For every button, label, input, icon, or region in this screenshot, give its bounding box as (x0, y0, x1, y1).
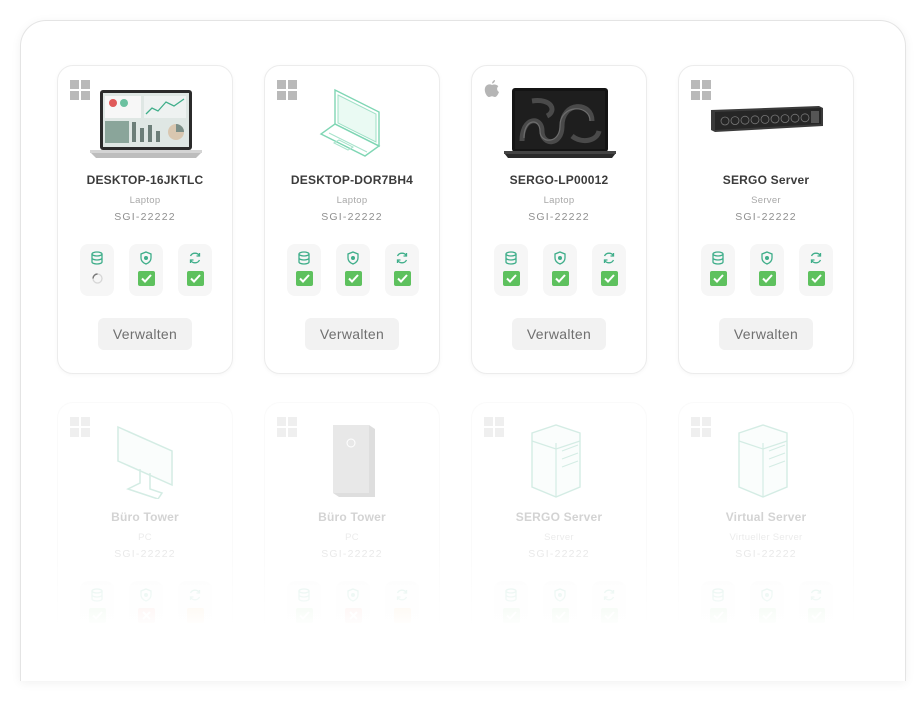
security-status[interactable] (543, 244, 577, 296)
ok-check-icon (137, 271, 155, 286)
security-status[interactable] (336, 244, 370, 296)
device-type: Server (751, 195, 781, 206)
database-icon (712, 251, 724, 265)
status-row (494, 244, 626, 296)
monitor-outline-icon (117, 425, 173, 499)
manage-button[interactable]: Verwalten (719, 318, 813, 350)
device-card: DESKTOP-DOR7BH4 Laptop SGI-22222 Verwalt… (264, 65, 440, 374)
manage-button[interactable]: Verwalten (512, 318, 606, 350)
device-id: SGI-22222 (114, 211, 176, 223)
bottom-fade-overlay (21, 541, 905, 681)
device-type: Laptop (336, 195, 368, 206)
ok-check-icon (295, 271, 313, 286)
ok-check-icon (393, 271, 411, 286)
server-stack-outline-icon (531, 424, 581, 498)
security-status[interactable] (129, 244, 163, 296)
windows-icon (691, 417, 711, 437)
manage-button[interactable]: Verwalten (98, 318, 192, 350)
ok-check-icon (600, 271, 618, 286)
macbook-photo-icon (504, 88, 616, 158)
status-row (701, 244, 833, 296)
device-id: SGI-22222 (528, 211, 590, 223)
device-name: DESKTOP-DOR7BH4 (290, 173, 414, 187)
backup-status[interactable] (287, 244, 321, 296)
windows-icon (70, 417, 90, 437)
update-status[interactable] (592, 244, 626, 296)
update-status[interactable] (799, 244, 833, 296)
laptop-photo-icon (90, 90, 202, 158)
device-name: Virtual Server (725, 510, 807, 524)
backup-status[interactable] (80, 244, 114, 296)
device-card: SERGO-LP00012 Laptop SGI-22222 Verwalten (471, 65, 647, 374)
update-status[interactable] (178, 244, 212, 296)
server-stack-outline-icon (738, 424, 788, 498)
device-card: DESKTOP-16JKTLC Laptop SGI-22222 Verwalt… (57, 65, 233, 374)
windows-icon (277, 80, 297, 100)
laptop-outline-icon (319, 88, 381, 157)
database-icon (91, 251, 103, 265)
device-name: DESKTOP-16JKTLC (86, 173, 204, 187)
loading-spinner-icon (91, 273, 103, 284)
sync-icon (810, 252, 822, 264)
sync-icon (396, 252, 408, 264)
device-name: SERGO Server (722, 173, 810, 187)
rack-server-photo-icon (711, 106, 823, 132)
device-name: SERGO-LP00012 (509, 173, 609, 187)
tower-pc-photo-icon (333, 425, 375, 497)
device-id: SGI-22222 (321, 211, 383, 223)
backup-status[interactable] (701, 244, 735, 296)
shield-icon (140, 251, 152, 265)
security-status[interactable] (750, 244, 784, 296)
ok-check-icon (758, 271, 776, 286)
shield-icon (347, 251, 359, 265)
device-card: SERGO Server Server SGI-22222 Verwalten (678, 65, 854, 374)
device-overview-panel: DESKTOP-16JKTLC Laptop SGI-22222 Verwalt… (20, 20, 906, 681)
ok-check-icon (502, 271, 520, 286)
backup-status[interactable] (494, 244, 528, 296)
ok-check-icon (186, 271, 204, 286)
database-icon (505, 251, 517, 265)
sync-icon (189, 252, 201, 264)
update-status[interactable] (385, 244, 419, 296)
device-name: Büro Tower (318, 510, 386, 524)
device-id: SGI-22222 (735, 211, 797, 223)
ok-check-icon (551, 271, 569, 286)
sync-icon (603, 252, 615, 264)
status-row (287, 244, 419, 296)
shield-icon (554, 251, 566, 265)
windows-icon (277, 417, 297, 437)
ok-check-icon (709, 271, 727, 286)
ok-check-icon (344, 271, 362, 286)
device-type: Laptop (543, 195, 575, 206)
device-type: Laptop (129, 195, 161, 206)
windows-icon (70, 80, 90, 100)
apple-icon (484, 80, 504, 100)
windows-icon (691, 80, 711, 100)
windows-icon (484, 417, 504, 437)
manage-button[interactable]: Verwalten (305, 318, 399, 350)
shield-icon (761, 251, 773, 265)
device-name: Büro Tower (111, 510, 179, 524)
ok-check-icon (807, 271, 825, 286)
status-row (80, 244, 212, 296)
database-icon (298, 251, 310, 265)
device-name: SERGO Server (515, 510, 603, 524)
